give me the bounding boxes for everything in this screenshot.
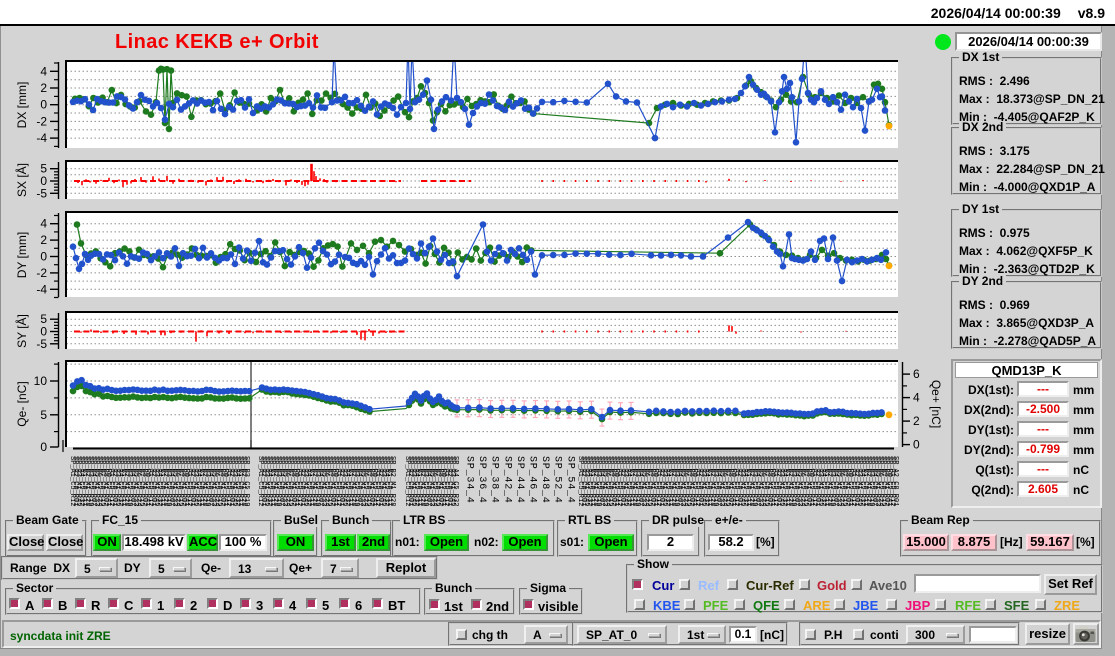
svg-text:2: 2	[40, 233, 47, 247]
svg-text:5: 5	[40, 408, 47, 422]
svg-text:0: 0	[913, 438, 920, 452]
svg-text:SP_36_4: SP_36_4	[476, 456, 487, 504]
svg-text:SP_54_4: SP_54_4	[564, 456, 575, 504]
svg-text:DX [mm]: DX [mm]	[15, 82, 29, 129]
svg-text:-2: -2	[36, 266, 47, 280]
svg-text:SP_34_4: SP_34_4	[464, 456, 475, 504]
svg-text:SP_42_4: SP_42_4	[501, 456, 512, 504]
svg-text:2: 2	[913, 414, 920, 428]
svg-text:-4: -4	[36, 282, 47, 296]
svg-text:Qe+ [nC]: Qe+ [nC]	[929, 380, 941, 428]
svg-text:SP_48_4: SP_48_4	[539, 456, 550, 504]
svg-text:SY [Å]: SY [Å]	[14, 314, 29, 348]
svg-text:SP_44_4: SP_44_4	[514, 456, 525, 504]
svg-text:-5: -5	[36, 337, 47, 351]
svg-text:0: 0	[40, 98, 47, 112]
svg-text:SP_46_4: SP_46_4	[527, 456, 538, 504]
svg-text:SP_A2_C8_R01: SP_A2_C8_R01	[891, 456, 899, 506]
svg-text:SX [Å]: SX [Å]	[14, 163, 29, 197]
svg-text:10: 10	[34, 374, 48, 388]
svg-text:4: 4	[913, 391, 920, 405]
svg-text:SP_52_4: SP_52_4	[552, 456, 563, 504]
svg-text:SP_A4_C5_R32: SP_A4_C5_R32	[451, 456, 459, 506]
svg-text:SP_B3_C5_R19: SP_B3_C5_R19	[242, 456, 250, 506]
svg-text:4: 4	[40, 217, 47, 231]
svg-text:SP_B2_M1_R28: SP_B2_M1_R28	[388, 456, 396, 506]
svg-text:-2: -2	[36, 114, 47, 128]
svg-text:-4: -4	[36, 131, 47, 145]
svg-text:2: 2	[40, 81, 47, 95]
svg-text:0: 0	[40, 440, 47, 454]
svg-text:4: 4	[40, 64, 47, 78]
svg-text:DY [mm]: DY [mm]	[15, 232, 29, 278]
svg-text:0: 0	[40, 250, 47, 264]
svg-text:-5: -5	[36, 186, 47, 200]
svg-text:SP_38_4: SP_38_4	[489, 456, 500, 504]
svg-text:Qe- [nC]: Qe- [nC]	[15, 381, 29, 426]
svg-text:6: 6	[913, 367, 920, 381]
